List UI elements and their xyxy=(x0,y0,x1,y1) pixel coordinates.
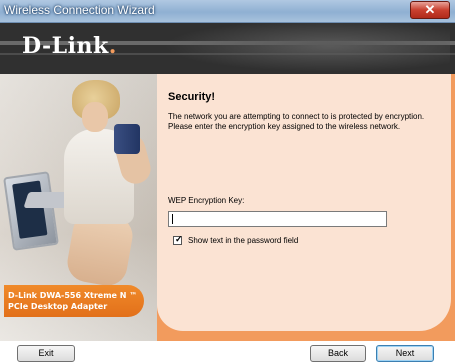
brand-header: D-Link. xyxy=(0,23,455,74)
content-panel: Security! The network you are attempting… xyxy=(157,74,455,341)
product-name-line2: PCIe Desktop Adapter xyxy=(8,302,108,311)
product-photo-panel: D-Link DWA-556 Xtreme N ™ PCIe Desktop A… xyxy=(0,74,157,341)
checkmark-icon: ✓ xyxy=(175,234,183,244)
close-button[interactable]: ✕ xyxy=(410,1,450,19)
product-name-badge: D-Link DWA-556 Xtreme N ™ PCIe Desktop A… xyxy=(4,285,144,317)
back-button[interactable]: Back xyxy=(310,345,366,362)
next-button[interactable]: Next xyxy=(376,345,434,362)
dlink-logo: D-Link. xyxy=(22,33,117,59)
logo-mark: . xyxy=(108,33,117,59)
exit-button[interactable]: Exit xyxy=(17,345,75,362)
show-text-checkbox[interactable]: ✓ xyxy=(173,234,183,245)
text-cursor xyxy=(172,214,173,224)
person-face-image xyxy=(82,102,108,132)
header-glow xyxy=(150,23,450,74)
logo-text: D-Link xyxy=(22,33,109,59)
wep-key-input[interactable] xyxy=(168,211,387,227)
page-description: The network you are attempting to connec… xyxy=(168,112,425,131)
wizard-window: Wireless Connection Wizard ✕ D-Link. D-L… xyxy=(0,0,455,362)
product-name-line1: D-Link DWA-556 Xtreme N ™ xyxy=(8,291,138,300)
mug-image xyxy=(114,124,140,154)
close-icon[interactable]: ✕ xyxy=(411,2,449,18)
wep-key-label: WEP Encryption Key: xyxy=(168,196,245,205)
show-text-label[interactable]: Show text in the password field xyxy=(188,236,298,245)
content-inner-panel: Security! The network you are attempting… xyxy=(157,74,451,331)
page-heading: Security! xyxy=(168,91,216,103)
title-bar[interactable]: Wireless Connection Wizard ✕ xyxy=(0,0,455,23)
footer-bar: Exit Back Next xyxy=(0,341,455,362)
window-title: Wireless Connection Wizard xyxy=(4,3,155,17)
